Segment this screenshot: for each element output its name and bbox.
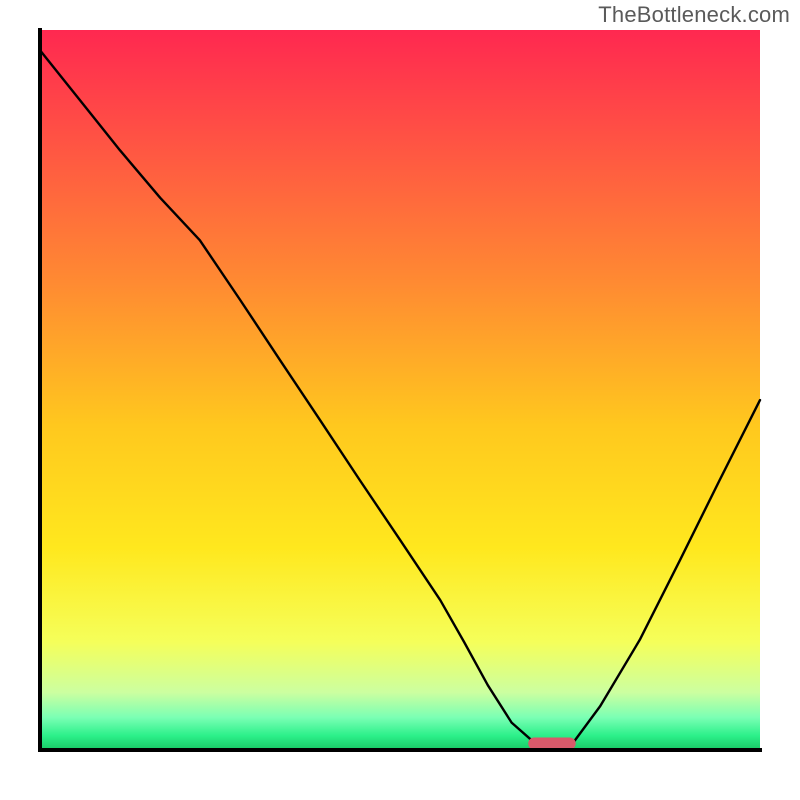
plot-background [40,30,760,750]
chart-stage: TheBottleneck.com [0,0,800,800]
chart-svg [0,0,800,800]
watermark-text: TheBottleneck.com [598,2,790,28]
optimum-bar [528,738,576,750]
